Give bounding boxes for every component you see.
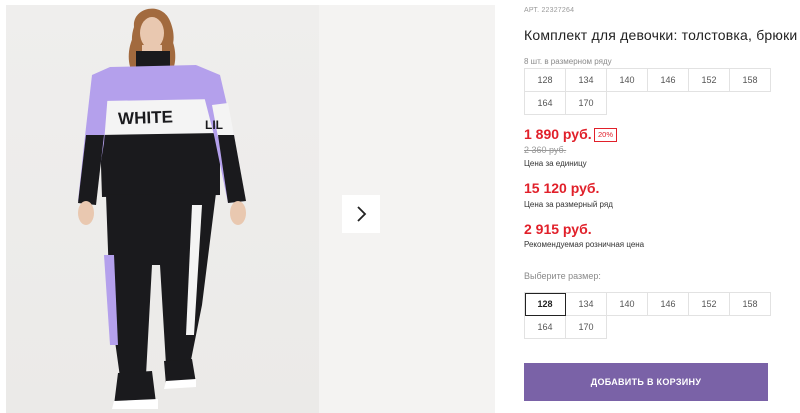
article-value: 22327264: [541, 7, 575, 14]
shirt-print-text: WHITE: [118, 107, 173, 128]
discount-badge: 20%: [594, 128, 618, 142]
add-to-cart-button[interactable]: ДОБАВИТЬ В КОРЗИНУ: [524, 363, 768, 401]
pack-size-cell: 164: [525, 92, 566, 115]
pack-size-cell: 134: [566, 69, 607, 92]
row-price: 15 120 руб.: [524, 180, 600, 196]
pack-size-label: 8 шт. в размерном ряду: [524, 57, 612, 66]
size-option-134[interactable]: 134: [566, 293, 607, 316]
row-price-label: Цена за размерный ряд: [524, 200, 613, 209]
unit-price-label: Цена за единицу: [524, 159, 587, 168]
size-option-140[interactable]: 140: [607, 293, 648, 316]
article-label: АРТ.: [524, 7, 540, 14]
rrp-price: 2 915 руб.: [524, 221, 592, 237]
pack-sizes-grid: 128 134 140 146 152 158 164 170: [524, 68, 771, 115]
size-option-152[interactable]: 152: [689, 293, 730, 316]
sleeve-print-text: LIL: [205, 118, 223, 132]
pack-size-cell: 170: [566, 92, 607, 115]
article-number: АРТ. 22327264: [524, 7, 574, 14]
choose-size-label: Выберите размер:: [524, 271, 601, 281]
product-title: Комплект для девочки: толстовка, брюки: [524, 27, 798, 43]
size-option-170[interactable]: 170: [566, 316, 607, 339]
girl-tracksuit-illustration: WHITE LIL: [78, 8, 246, 409]
pack-size-cell: 146: [648, 69, 689, 92]
unit-price: 1 890 руб.: [524, 126, 592, 142]
old-price: 2 360 руб.: [524, 145, 567, 155]
size-selector: 128 134 140 146 152 158 164 170: [524, 292, 771, 339]
size-option-146[interactable]: 146: [648, 293, 689, 316]
size-option-158[interactable]: 158: [730, 293, 771, 316]
product-gallery: WHITE LIL: [6, 5, 495, 413]
chevron-right-icon: [357, 206, 367, 222]
size-option-128[interactable]: 128: [525, 293, 566, 316]
pack-size-cell: 140: [607, 69, 648, 92]
pack-size-cell: 128: [525, 69, 566, 92]
pack-size-cell: 152: [689, 69, 730, 92]
gallery-next-button[interactable]: [342, 195, 380, 233]
pack-size-cell: 158: [730, 69, 771, 92]
product-photo[interactable]: WHITE LIL: [6, 5, 319, 413]
rrp-price-label: Рекомендуемая розничная цена: [524, 240, 645, 249]
size-option-164[interactable]: 164: [525, 316, 566, 339]
